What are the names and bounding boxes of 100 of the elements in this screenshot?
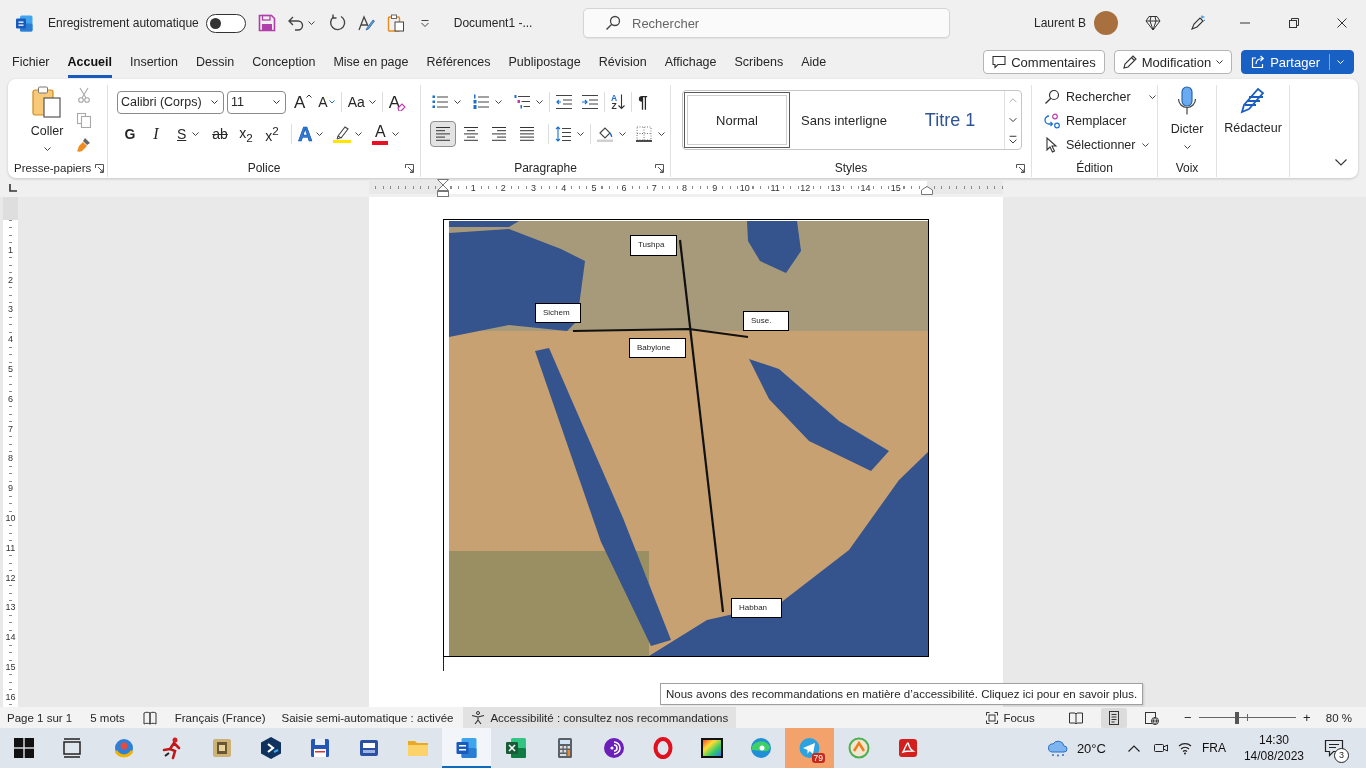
- clear-formatting-button[interactable]: A: [388, 93, 407, 111]
- caret-icon[interactable]: [619, 132, 626, 136]
- font-size-field[interactable]: 11: [227, 90, 286, 114]
- strikethrough-button[interactable]: ab: [207, 122, 233, 146]
- page-count[interactable]: Page 1 sur 1: [7, 711, 73, 724]
- shrink-font-button[interactable]: A: [318, 95, 335, 109]
- drawing-pen-icon[interactable]: [356, 14, 375, 32]
- clipboard-icon[interactable]: [386, 14, 405, 32]
- find-button[interactable]: Rechercher: [1044, 85, 1156, 109]
- style-option[interactable]: Normal: [684, 92, 790, 148]
- menu-tab[interactable]: Insertion: [130, 46, 178, 78]
- italic-button[interactable]: I: [143, 122, 169, 146]
- customize-caret-icon[interactable]: [420, 19, 429, 27]
- wifi-icon[interactable]: [1177, 741, 1192, 755]
- dialog-launcher-icon[interactable]: [405, 163, 414, 173]
- browser-icon[interactable]: [748, 736, 773, 760]
- right-indent-marker-icon[interactable]: [921, 186, 933, 195]
- chevron-up-icon[interactable]: [1127, 744, 1140, 752]
- camera-icon[interactable]: [1153, 741, 1168, 755]
- slider-thumb[interactable]: [1234, 711, 1239, 724]
- caret-icon[interactable]: [307, 21, 315, 25]
- dialog-launcher-icon[interactable]: [655, 163, 664, 173]
- document-app-icon[interactable]: [442, 728, 491, 768]
- menu-tab[interactable]: Aide: [801, 46, 827, 78]
- sort-button[interactable]: A Z: [611, 93, 626, 111]
- zoom-level[interactable]: 80 %: [1325, 711, 1352, 724]
- change-case-button[interactable]: Aa: [347, 95, 376, 109]
- start-icon[interactable]: [12, 736, 36, 760]
- paint-bucket-icon[interactable]: [597, 126, 613, 142]
- align-left-icon[interactable]: [430, 121, 456, 147]
- menu-tab[interactable]: Scribens: [734, 46, 784, 78]
- numbered-list-icon[interactable]: [473, 94, 489, 110]
- caret-icon[interactable]: [316, 132, 324, 136]
- share-button[interactable]: Partager: [1241, 50, 1354, 74]
- show-marks-button[interactable]: ¶: [638, 93, 648, 111]
- input-language[interactable]: FRA: [1201, 741, 1226, 755]
- subscript-button[interactable]: x$_{2}$: [233, 122, 259, 146]
- line-spacing-icon[interactable]: [555, 126, 571, 142]
- search-field[interactable]: Rechercher: [583, 8, 950, 38]
- close-icon[interactable]: [1337, 18, 1347, 28]
- cloud-icon[interactable]: [1046, 739, 1069, 757]
- save-icon[interactable]: [257, 14, 276, 32]
- bold-button[interactable]: G: [117, 122, 143, 146]
- menu-tab[interactable]: Fichier: [12, 46, 50, 78]
- grow-font-button[interactable]: A: [294, 93, 313, 111]
- bullets-icon[interactable]: [432, 94, 448, 110]
- avatar-icon[interactable]: [1094, 11, 1118, 35]
- editing-mode-button[interactable]: Modification: [1113, 50, 1233, 74]
- autosave-toggle[interactable]: [205, 13, 246, 33]
- clock-date[interactable]: 14/08/2023: [1243, 748, 1304, 764]
- restore-icon[interactable]: [1289, 18, 1299, 28]
- redo-icon[interactable]: [328, 14, 347, 32]
- caret-icon[interactable]: [495, 100, 502, 104]
- zoom-out-button[interactable]: −: [1182, 710, 1193, 725]
- editor-button[interactable]: Rédacteur: [1224, 85, 1282, 159]
- indent-marker-icon[interactable]: [437, 179, 449, 197]
- multilevel-list-icon[interactable]: [514, 94, 530, 110]
- decrease-indent-icon[interactable]: [556, 94, 572, 110]
- diamond-icon[interactable]: [1145, 15, 1161, 31]
- undo-icon[interactable]: [286, 14, 305, 32]
- menu-tab[interactable]: Dessin: [195, 46, 235, 78]
- menu-tab[interactable]: Publipostage: [508, 46, 581, 78]
- caret-icon[interactable]: [577, 132, 584, 136]
- select-button[interactable]: Sélectionner: [1044, 133, 1149, 157]
- paste-button[interactable]: Coller: [26, 85, 68, 159]
- accessibility-button[interactable]: Accessibilité : consultez nos recommandations: [463, 707, 737, 728]
- spreadsheet-app-icon[interactable]: [503, 736, 528, 760]
- hexagon-icon[interactable]: [258, 736, 283, 760]
- word-count[interactable]: 5 mots: [90, 711, 125, 724]
- zoom-in-button[interactable]: +: [1301, 710, 1312, 725]
- dialog-launcher-icon[interactable]: [95, 163, 105, 173]
- menu-tab[interactable]: Références: [426, 46, 491, 78]
- underline-button[interactable]: S: [169, 122, 207, 146]
- paper-plane-icon[interactable]: [785, 728, 834, 768]
- dictate-button[interactable]: Dicter: [1170, 85, 1204, 159]
- clock-time[interactable]: 14:30: [1258, 732, 1289, 748]
- notification-icon[interactable]: [1324, 738, 1344, 758]
- style-option[interactable]: Titre 1: [897, 91, 1003, 149]
- increase-indent-icon[interactable]: [582, 94, 598, 110]
- font-color-button[interactable]: A: [372, 123, 389, 145]
- caret-icon[interactable]: [392, 132, 400, 136]
- dialog-launcher-icon[interactable]: [1016, 163, 1025, 173]
- task-view-icon[interactable]: [60, 736, 84, 760]
- highlighter-icon[interactable]: [333, 125, 352, 143]
- print-layout-icon[interactable]: [1100, 707, 1127, 728]
- language-status[interactable]: Français (France): [174, 711, 266, 724]
- font-name-field[interactable]: Calibri (Corps): [117, 90, 224, 114]
- superscript-button[interactable]: x$^{2}$: [259, 122, 285, 146]
- book-check-icon[interactable]: [142, 710, 157, 725]
- audio-waves-icon[interactable]: [601, 736, 626, 760]
- menu-tab[interactable]: Mise en page: [333, 46, 409, 78]
- menu-tab[interactable]: Conception: [252, 46, 316, 78]
- caret-icon[interactable]: [536, 100, 543, 104]
- tab-stop-icon[interactable]: [9, 183, 17, 192]
- chevron-down-icon[interactable]: [1335, 159, 1347, 166]
- borders-icon[interactable]: [636, 126, 652, 142]
- replace-button[interactable]: Remplacer: [1044, 109, 1127, 133]
- caret-icon[interactable]: [658, 132, 665, 136]
- menu-tab[interactable]: Affichage: [664, 46, 717, 78]
- caret-icon[interactable]: [454, 100, 461, 104]
